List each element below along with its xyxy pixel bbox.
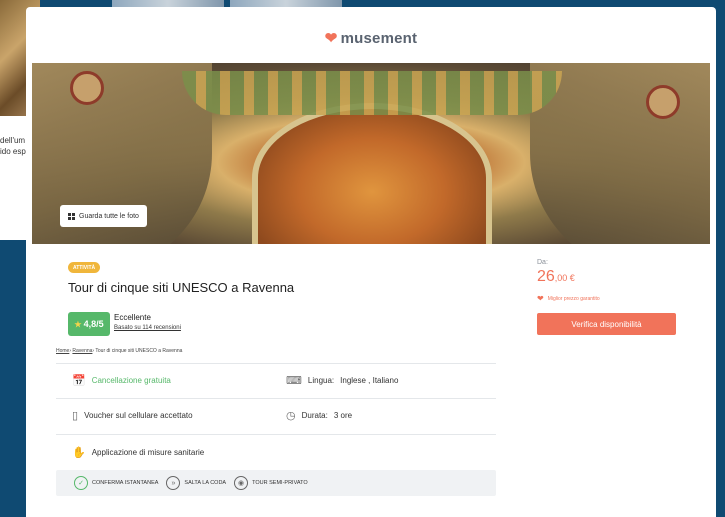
tag-instant-confirmation: CONFERMA ISTANTANEA (92, 480, 159, 486)
price-cents: ,00 € (554, 273, 575, 283)
price: 26,00 € (537, 268, 575, 286)
grid-icon (68, 212, 75, 220)
star-icon: ★ (74, 319, 82, 329)
tag-icon: ❤ (537, 294, 544, 303)
feature-voucher: ▯ Voucher sul cellulare accettato (72, 409, 193, 422)
feature-duration-label: Durata: (301, 411, 328, 420)
feature-language-value: Inglese , Italiano (340, 376, 399, 385)
feature-language: ⌨ Lingua: Inglese , Italiano (286, 374, 398, 387)
tag-skip-line: SALTA LA CODA (184, 480, 227, 486)
calendar-check-icon: 📅 (72, 375, 86, 387)
feature-sanitary: ✋ Applicazione di misure sanitarie (72, 446, 204, 459)
view-all-photos-label: Guarda tutte le foto (79, 212, 139, 220)
hero-medallion-right (646, 85, 680, 119)
feature-language-label: Lingua: (307, 376, 335, 385)
check-availability-button[interactable]: Verifica disponibilità (537, 313, 676, 335)
heart-logo-icon: ❤ (324, 30, 338, 47)
breadcrumb-current: Tour di cinque siti UNESCO a Ravenna (95, 348, 183, 354)
feature-cancellation: 📅 Cancellazione gratuita (72, 374, 171, 387)
feature-cancellation-label: Cancellazione gratuita (91, 376, 171, 385)
reviews-link[interactable]: Basato su 114 recensioni (114, 325, 181, 331)
best-price-badge[interactable]: ❤ Miglior prezzo garantito (537, 294, 600, 303)
rating-score: 4,8/5 (83, 319, 104, 329)
check-circle-icon: ✓ (74, 476, 88, 490)
feature-duration-value: 3 ore (333, 411, 353, 420)
activity-modal: ❤ musement Guarda tutte le foto ATTIVITÀ … (26, 7, 716, 517)
clock-icon: ◷ (286, 410, 296, 422)
divider (56, 363, 496, 364)
rating-label: Eccellente (114, 313, 151, 322)
price-from-label: Da: (537, 259, 548, 266)
view-all-photos-button[interactable]: Guarda tutte le foto (60, 205, 147, 227)
lock-icon: ◉ (234, 476, 249, 490)
divider (56, 398, 496, 399)
hero-ornament-band (182, 71, 562, 115)
category-badge: ATTIVITÀ (68, 262, 101, 273)
feature-voucher-label: Voucher sul cellulare accettato (84, 411, 193, 420)
activity-tags: ✓ CONFERMA ISTANTANEA » SALTA LA CODA ◉ … (56, 470, 496, 496)
breadcrumb: Home› Ravenna› Tour di cinque siti UNESC… (56, 348, 182, 354)
hero-dome (252, 103, 492, 244)
mobile-phone-icon: ▯ (72, 410, 79, 422)
tag-semi-private: TOUR SEMI-PRIVATO (252, 480, 308, 486)
feature-duration: ◷ Durata: 3 ore (286, 409, 352, 422)
hero-image[interactable]: Guarda tutte le foto (32, 63, 710, 244)
brand-logo[interactable]: ❤ musement (26, 29, 716, 47)
feature-sanitary-label: Applicazione di misure sanitarie (91, 448, 205, 457)
best-price-label: Miglior prezzo garantito (547, 295, 600, 302)
hand-wash-icon: ✋ (72, 447, 86, 459)
divider (56, 434, 496, 435)
breadcrumb-separator: › (69, 348, 72, 354)
breadcrumb-separator: › (92, 348, 95, 354)
page-title: Tour di cinque siti UNESCO a Ravenna (68, 280, 295, 295)
rating-score-badge[interactable]: ★ 4,8/5 (68, 312, 110, 336)
skip-line-icon: » (166, 476, 181, 490)
breadcrumb-city[interactable]: Ravenna (72, 348, 92, 354)
price-whole: 26 (537, 268, 555, 285)
brand-name: musement (340, 30, 418, 47)
hero-medallion-left (70, 71, 104, 105)
breadcrumb-home[interactable]: Home (56, 348, 69, 354)
language-icon: ⌨ (286, 375, 302, 387)
